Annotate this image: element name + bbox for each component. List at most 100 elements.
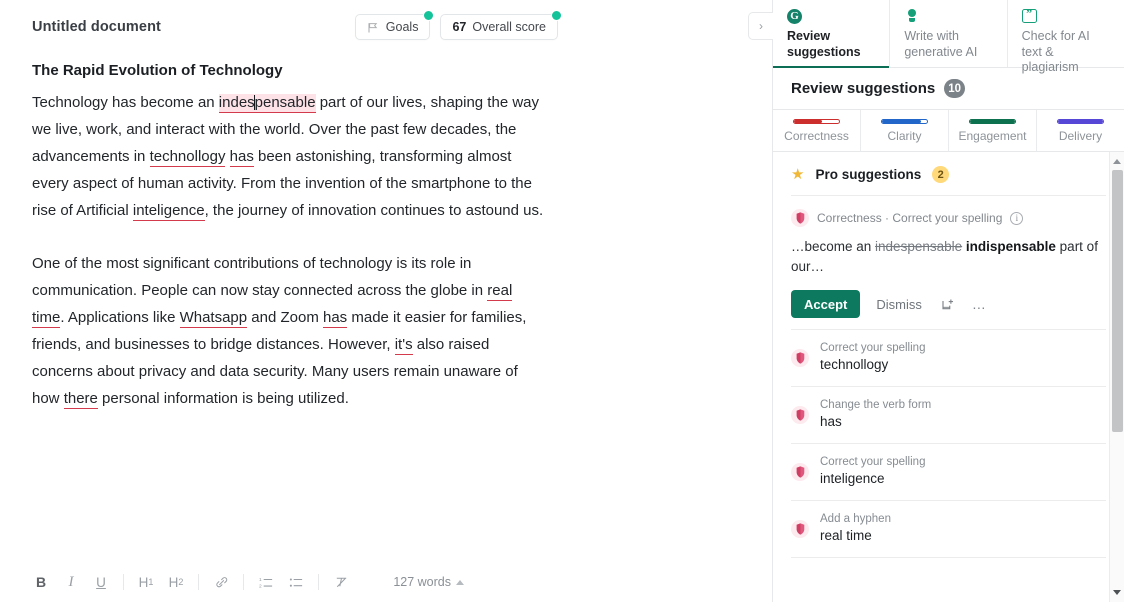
- suggestion-card-open[interactable]: Correctness · Correct your spelling i …b…: [773, 196, 1124, 329]
- score-status-dot: [551, 10, 562, 21]
- link-icon[interactable]: [206, 569, 236, 595]
- h2-subscript: 2: [178, 577, 184, 587]
- category-meter: [793, 118, 840, 124]
- suggestion-row-text: Add a hyphen real time: [820, 512, 891, 545]
- category-clarity[interactable]: Clarity: [861, 110, 949, 151]
- more-options-icon[interactable]: …: [972, 297, 988, 311]
- card-text-strikethrough: indespensable: [875, 239, 963, 254]
- lightbulb-icon: [904, 9, 994, 26]
- tab-write-with-generative-ai[interactable]: Write with generative AI: [890, 0, 1008, 67]
- toolbar-divider: [318, 574, 319, 590]
- category-meter: [881, 118, 928, 124]
- inline-error-there[interactable]: there: [63, 390, 98, 409]
- scroll-down-arrow-icon[interactable]: [1110, 585, 1124, 599]
- ordered-list-icon[interactable]: 12: [251, 569, 281, 595]
- document-canvas[interactable]: The Rapid Evolution of Technology Techno…: [0, 54, 772, 559]
- clear-formatting-icon[interactable]: [326, 569, 356, 595]
- category-engagement[interactable]: Engagement: [949, 110, 1037, 151]
- word-count-label: 127 words: [393, 575, 451, 589]
- overall-score-value: 67: [452, 20, 467, 34]
- suggestion-row-real-time[interactable]: Add a hyphen real time: [773, 501, 1124, 557]
- suggestion-row-inteligence[interactable]: Correct your spelling inteligence: [773, 444, 1124, 500]
- category-correctness[interactable]: Correctness: [773, 110, 861, 151]
- text-segment: , the journey of innovation continues to…: [204, 202, 544, 219]
- goals-status-dot: [423, 10, 435, 21]
- assistant-sidebar: › G Review suggestions Write with genera…: [748, 0, 1124, 602]
- category-label: Engagement: [958, 128, 1027, 143]
- scrollbar-thumb[interactable]: [1112, 170, 1123, 432]
- svg-text:2: 2: [259, 583, 262, 589]
- review-title: Review suggestions: [791, 80, 936, 97]
- grammarly-g-logo-icon: G: [787, 9, 877, 26]
- collapse-sidebar-button[interactable]: ›: [748, 12, 773, 40]
- document-heading: The Rapid Evolution of Technology: [32, 62, 283, 79]
- card-text-before: …become an: [791, 239, 876, 254]
- app-root: Untitled document Goals 67 Overall score: [0, 0, 1124, 602]
- inline-error-indespensable[interactable]: indespensable: [218, 94, 316, 113]
- text-segment: personal information is being utilized.: [97, 390, 349, 407]
- inline-error-whatsapp[interactable]: Whatsapp: [179, 309, 248, 328]
- goals-button[interactable]: Goals: [354, 10, 435, 40]
- tab-label: Check for AI text & plagiarism: [1021, 29, 1090, 74]
- correctness-shield-icon: [791, 348, 809, 367]
- heading-1-button[interactable]: H1: [131, 569, 161, 595]
- inline-error-its[interactable]: it's: [394, 336, 413, 355]
- toolbar-divider: [198, 574, 199, 590]
- overall-score-button[interactable]: 67 Overall score: [440, 10, 562, 40]
- add-to-dictionary-icon[interactable]: [938, 294, 958, 314]
- document-paragraph-1: Technology has become an indespensable p…: [32, 89, 547, 224]
- suggestion-kind: Correct your spelling: [820, 456, 926, 468]
- text-segment: [225, 148, 229, 165]
- category-meter: [1057, 118, 1104, 124]
- correctness-shield-icon: [791, 405, 809, 424]
- inline-error-inteligence[interactable]: inteligence: [132, 202, 205, 221]
- inline-error-technollogy[interactable]: technollogy: [149, 148, 226, 167]
- pro-suggestions-count: 2: [932, 166, 950, 183]
- error-text-part-2: pensable: [254, 94, 316, 111]
- bold-button[interactable]: B: [26, 569, 56, 595]
- suggestion-card-meta: Correctness · Correct your spelling i: [791, 209, 1106, 227]
- underline-button[interactable]: U: [86, 569, 116, 595]
- scroll-up-arrow-icon[interactable]: [1110, 154, 1124, 168]
- italic-button[interactable]: I: [56, 569, 86, 595]
- heading-2-button[interactable]: H2: [161, 569, 191, 595]
- suggestion-row-technollogy[interactable]: Correct your spelling technollogy: [773, 330, 1124, 386]
- suggestion-card-actions: Accept Dismiss …: [791, 290, 1106, 318]
- accept-button[interactable]: Accept: [791, 290, 861, 318]
- pro-suggestions-row[interactable]: ★ Pro suggestions 2: [773, 152, 1124, 195]
- star-icon: ★: [791, 166, 805, 183]
- bullet-list-icon[interactable]: [281, 569, 311, 595]
- correctness-shield-icon: [791, 519, 809, 538]
- suggestion-row-text: Correct your spelling inteligence: [820, 455, 925, 488]
- suggestion-target: technollogy: [820, 357, 889, 372]
- document-title[interactable]: Untitled document: [32, 19, 161, 35]
- h2-label: H: [168, 574, 179, 590]
- suggestion-card-text: …become an indespensable indispensable p…: [791, 237, 1106, 277]
- text-segment: One of the most significant contribution…: [32, 255, 488, 299]
- inline-error-has-2[interactable]: has: [323, 309, 348, 328]
- review-count-badge: 10: [944, 79, 966, 98]
- category-delivery[interactable]: Delivery: [1037, 110, 1124, 151]
- sidebar-scrollbar[interactable]: [1109, 152, 1124, 602]
- goals-icon: [367, 21, 380, 34]
- h1-subscript: 1: [148, 577, 154, 587]
- inline-error-has-1[interactable]: has: [229, 148, 254, 167]
- info-icon[interactable]: i: [1010, 211, 1024, 225]
- svg-text:1: 1: [259, 577, 262, 583]
- suggestion-row-text: Correct your spelling technollogy: [820, 341, 925, 374]
- sidebar-tabs: G Review suggestions Write with generati…: [773, 0, 1124, 74]
- card-text-replacement: indispensable: [965, 239, 1056, 254]
- tab-review-suggestions[interactable]: G Review suggestions: [773, 0, 891, 68]
- suggestion-row-text: Change the verb form has: [820, 398, 931, 431]
- suggestion-target: real time: [820, 528, 872, 543]
- chevron-up-icon: [456, 579, 464, 585]
- error-text-part-1: indes: [218, 94, 255, 111]
- suggestion-card-category: Correctness · Correct your spelling: [817, 211, 1003, 225]
- suggestion-kind: Add a hyphen: [820, 513, 891, 525]
- suggestion-row-has[interactable]: Change the verb form has: [773, 387, 1124, 443]
- goals-label: Goals: [385, 20, 419, 34]
- tab-check-for-ai-text-and-plagiarism[interactable]: ” Check for AI text & plagiarism: [1008, 0, 1124, 74]
- word-count-button[interactable]: 127 words: [393, 575, 746, 589]
- dismiss-button[interactable]: Dismiss: [874, 297, 924, 312]
- document-paragraph-2: One of the most significant contribution…: [32, 250, 547, 412]
